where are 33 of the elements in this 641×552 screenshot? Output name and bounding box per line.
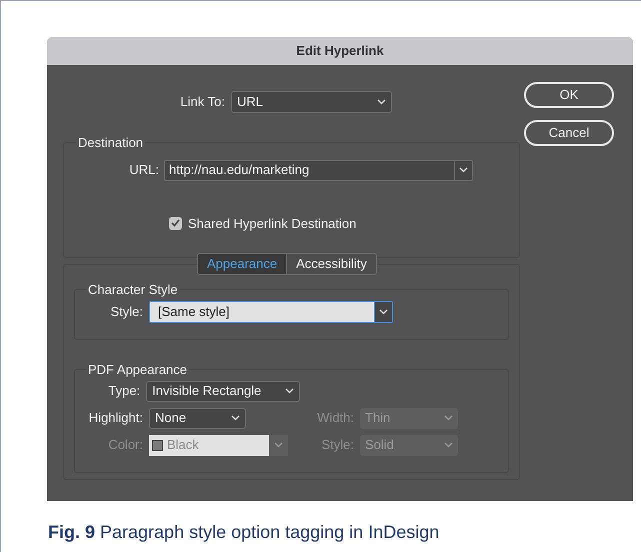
- chevron-down-icon: [285, 388, 294, 394]
- chevron-down-icon: [444, 415, 453, 421]
- ok-button[interactable]: OK: [524, 82, 614, 108]
- chevron-down-icon: [231, 415, 240, 421]
- url-label: URL:: [128, 161, 160, 180]
- dropdown[interactable]: Invisible Rectangle: [146, 380, 300, 402]
- field-label: Type:: [107, 382, 142, 400]
- checkbox[interactable]: [169, 216, 182, 230]
- tab[interactable]: Accessibility: [286, 254, 376, 274]
- tab[interactable]: Appearance: [198, 254, 286, 274]
- chevron-down-icon: [459, 167, 468, 173]
- chevron-down-icon: [444, 442, 453, 448]
- url-combo-field[interactable]: http://nau.edu/marketing: [164, 160, 473, 180]
- field-label: Style:: [320, 436, 355, 454]
- window-title: Edit Hyperlink: [296, 42, 384, 60]
- link-to-label: Link To:: [179, 93, 226, 112]
- figure-caption: Fig. 9 Paragraph style option tagging in InDesign: [48, 521, 440, 544]
- field-label: Width:: [316, 409, 355, 428]
- group-heading: Character Style: [87, 281, 179, 299]
- field-label: Highlight:: [88, 409, 144, 428]
- field-label: Color:: [107, 436, 144, 454]
- link-to-dropdown[interactable]: URL: [231, 91, 392, 113]
- style-combo-field[interactable]: [Same style]: [149, 300, 393, 322]
- dropdown[interactable]: None: [149, 408, 246, 428]
- style-label: Style:: [109, 302, 144, 321]
- group-heading: Destination: [77, 134, 144, 152]
- checkbox-label: Shared Hyperlink Destination: [188, 214, 356, 233]
- cancel-button[interactable]: Cancel: [524, 120, 614, 146]
- group-heading: PDF Appearance: [87, 361, 188, 379]
- chevron-down-icon: [377, 99, 386, 105]
- chevron-down-icon: [274, 442, 283, 448]
- chevron-down-icon: [379, 308, 388, 314]
- color-swatch-icon: [152, 440, 163, 450]
